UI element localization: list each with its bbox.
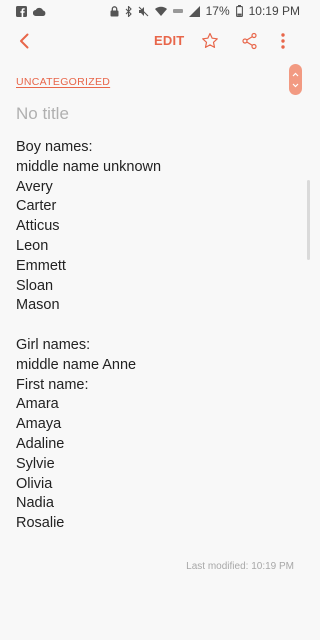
note-line: Rosalie [16,515,65,532]
scrollbar[interactable] [307,180,310,260]
note-line: Olivia [16,475,53,492]
volte-icon [172,7,183,15]
note-line: Girl names: [16,336,91,353]
note-line: Carter [16,198,57,215]
facebook-icon [16,5,27,17]
status-bar: 17% 10:19 PM [0,0,310,22]
edit-button[interactable]: EDIT [154,33,184,48]
star-icon[interactable] [199,30,221,52]
note-line: Amara [16,396,59,413]
note-body[interactable]: Boy names: middle name unknown Avery Carter… [16,138,286,534]
note-line: Avery [16,178,53,195]
clock: 10:19 PM [248,4,300,18]
lock-icon [110,5,119,17]
back-icon[interactable] [14,30,36,52]
last-modified-text: Last modified: 10:19 PM [186,561,294,572]
note-line: First name: [16,376,89,393]
note-line: Emmett [16,257,66,274]
battery-percent: 17% [205,4,230,18]
app-bar: EDIT [0,22,310,62]
status-left [16,5,46,17]
note-line: Sloan [16,277,54,294]
note-line: Sylvie [16,455,55,472]
note-line: middle name unknown [16,158,162,175]
signal-icon [188,5,200,17]
note-line: Amaya [16,416,62,433]
note-title-placeholder[interactable]: No title [16,104,286,124]
scroll-arrows-icon [292,72,299,87]
note-line: Adaline [16,435,65,452]
note-line: middle name Anne [16,356,137,373]
mute-icon [138,6,149,17]
status-right: 17% 10:19 PM [110,4,300,18]
wifi-icon [154,6,167,16]
cloud-icon [33,7,46,16]
more-options-icon[interactable] [279,30,287,52]
note-content: UNCATEGORIZED No title Boy names: middle … [16,76,286,534]
note-line: Leon [16,237,49,254]
bluetooth-icon [125,5,132,17]
category-link[interactable]: UNCATEGORIZED [16,76,286,88]
note-line: Mason [16,297,60,314]
note-line: Atticus [16,218,60,235]
note-line: Boy names: [16,139,93,155]
fast-scroll-handle[interactable] [289,64,302,95]
note-line: Nadia [16,495,54,512]
share-icon[interactable] [240,31,260,51]
battery-icon [235,5,243,17]
